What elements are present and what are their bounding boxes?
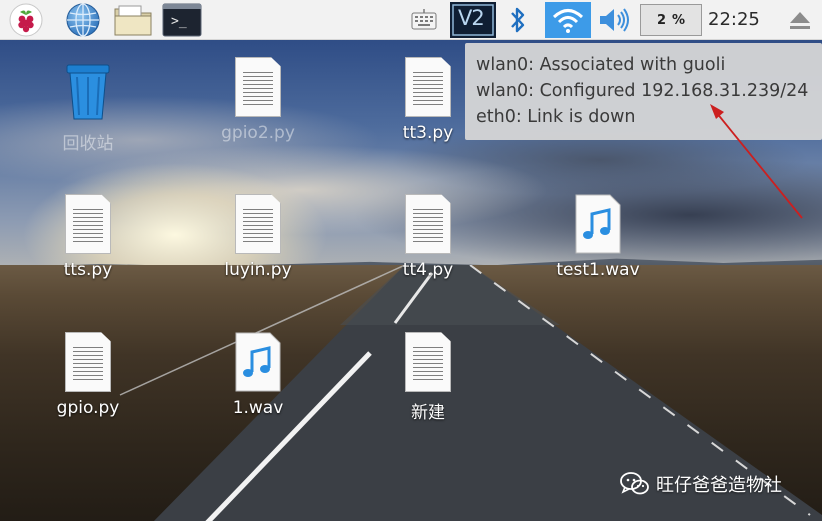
folder-icon xyxy=(114,5,152,36)
music-file-icon xyxy=(235,332,281,392)
cpu-monitor[interactable]: 2 % xyxy=(640,4,702,36)
desktop-icon-label: tts.py xyxy=(63,260,113,280)
desktop-icon-label: tt4.py xyxy=(402,260,454,280)
wifi-icon xyxy=(552,9,584,33)
trash-icon xyxy=(66,64,110,120)
clock[interactable]: 22:25 xyxy=(708,9,760,30)
text-file-icon xyxy=(235,194,281,254)
cpu-unit: % xyxy=(672,12,686,28)
wifi-button[interactable] xyxy=(545,2,591,38)
bluetooth-button[interactable] xyxy=(502,4,534,36)
text-file-icon xyxy=(65,332,111,392)
text-file-icon xyxy=(235,57,281,117)
menu-button[interactable] xyxy=(6,3,46,37)
cpu-value: 2 xyxy=(656,12,666,28)
desktop-icon-label: gpio2.py xyxy=(221,123,295,143)
watermark-text: 旺仔爸爸造物社 xyxy=(656,475,782,496)
watermark: 旺仔爸爸造物社 xyxy=(620,471,782,497)
desktop-icon-label: 1.wav xyxy=(232,398,284,418)
tooltip-line-eth-status: eth0: Link is down xyxy=(476,107,636,127)
file-manager-button[interactable] xyxy=(111,4,155,36)
text-file-icon xyxy=(405,57,451,117)
network-status-tooltip: wlan0: Associated with guoli wlan0: Conf… xyxy=(465,43,822,140)
bluetooth-icon xyxy=(511,7,525,33)
speaker-icon xyxy=(600,8,629,32)
tooltip-line-wlan-configured: wlan0: Configured 192.168.31.239/24 xyxy=(476,81,809,101)
desktop-icon-label: gpio.py xyxy=(56,398,120,418)
desktop-icon-label: luyin.py xyxy=(224,260,292,280)
vnc-label: V2 xyxy=(458,6,485,30)
raspberry-icon xyxy=(9,3,43,37)
terminal-prompt: >_ xyxy=(171,14,187,29)
keyboard-button[interactable] xyxy=(408,4,440,36)
keyboard-icon xyxy=(411,9,437,30)
eject-button[interactable] xyxy=(784,4,816,36)
volume-button[interactable] xyxy=(596,4,632,36)
desktop-icon-label: test1.wav xyxy=(556,260,640,280)
tooltip-line-wlan-associated: wlan0: Associated with guoli xyxy=(476,55,726,75)
desktop-icon-label: 新建 xyxy=(411,403,445,423)
vnc-server-button[interactable]: V2 xyxy=(450,2,496,38)
top-panel: >_ V2 2 % 22:25 xyxy=(0,0,822,40)
music-file-icon xyxy=(575,194,621,254)
wechat-icon xyxy=(620,472,649,495)
terminal-button[interactable]: >_ xyxy=(161,3,203,37)
text-file-icon xyxy=(405,194,451,254)
text-file-icon xyxy=(65,194,111,254)
web-browser-button[interactable] xyxy=(62,3,104,37)
desktop-icon-label: 回收站 xyxy=(62,134,114,154)
globe-icon xyxy=(66,3,100,37)
eject-icon xyxy=(790,12,810,29)
text-file-icon xyxy=(405,332,451,392)
